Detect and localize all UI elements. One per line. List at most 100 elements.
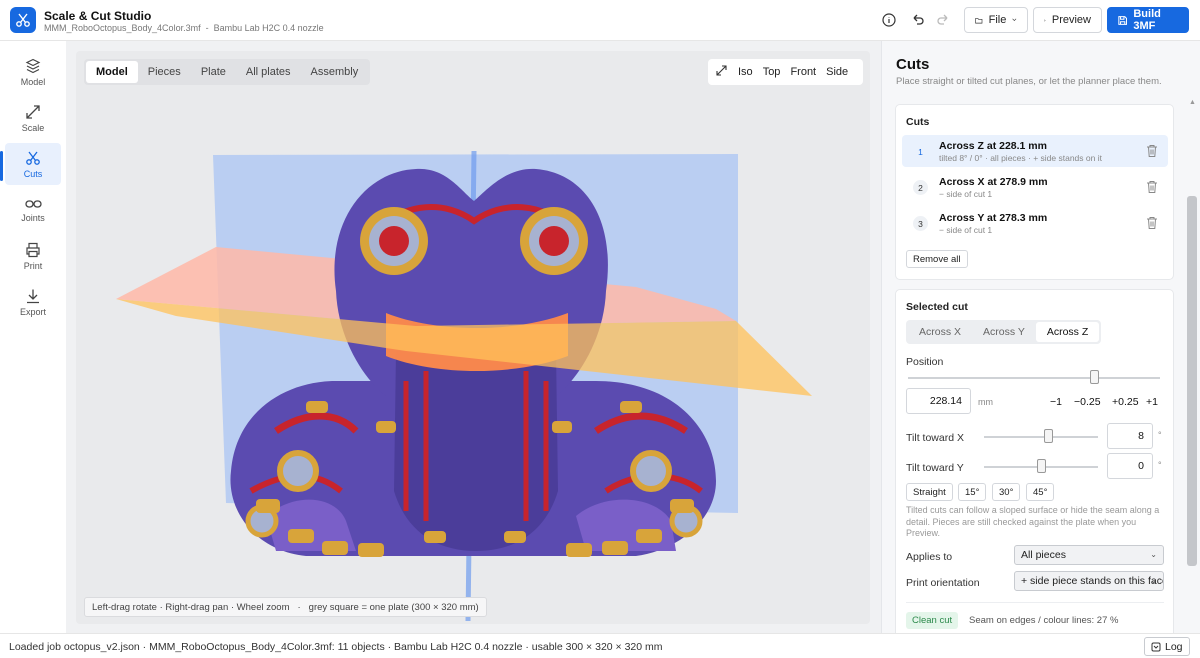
log-icon bbox=[1151, 642, 1161, 651]
view-front-button[interactable]: Front bbox=[785, 66, 821, 78]
trash-icon[interactable] bbox=[1146, 216, 1158, 230]
viewport-tabs: Model Pieces Plate All plates Assembly bbox=[84, 59, 371, 85]
nav-item-print[interactable]: Print bbox=[5, 235, 61, 277]
position-slider[interactable] bbox=[908, 377, 1160, 379]
tab-plate[interactable]: Plate bbox=[191, 61, 236, 83]
selected-cut-card: Selected cut Across X Across Y Across Z … bbox=[895, 289, 1174, 633]
tilt-x-unit: ° bbox=[1158, 430, 1162, 440]
nav-item-scale[interactable]: Scale bbox=[5, 97, 61, 139]
scale-icon bbox=[26, 104, 40, 119]
trash-icon[interactable] bbox=[1146, 144, 1158, 158]
print-orientation-label: Print orientation bbox=[906, 577, 980, 589]
viewport-area: Model Pieces Plate All plates Assembly I… bbox=[66, 41, 881, 633]
scissors-icon bbox=[26, 151, 40, 165]
axis-option-z[interactable]: Across Z bbox=[1035, 322, 1100, 342]
tab-model[interactable]: Model bbox=[86, 61, 138, 83]
nav-label-joints: Joints bbox=[21, 212, 45, 223]
remove-all-button[interactable]: Remove all bbox=[906, 250, 968, 268]
step-minus-025[interactable]: −0.25 bbox=[1074, 396, 1101, 408]
axis-option-x[interactable]: Across X bbox=[908, 322, 972, 342]
panel-title: Cuts bbox=[896, 56, 930, 73]
cut-number: 3 bbox=[913, 216, 928, 231]
cut-row-2[interactable]: 2 Across X at 278.9 mm − side of cut 1 bbox=[902, 171, 1168, 203]
top-bar: Scale & Cut Studio MMM_RoboOctopus_Body_… bbox=[0, 0, 1200, 41]
hint-plate: grey square = one plate (300 × 320 mm) bbox=[308, 601, 479, 613]
scroll-up-icon[interactable]: ▲ bbox=[1189, 99, 1196, 106]
trash-icon[interactable] bbox=[1146, 180, 1158, 194]
position-label: Position bbox=[906, 356, 944, 368]
applies-to-select[interactable]: All pieces ⌄ bbox=[1014, 545, 1164, 565]
step-minus-1[interactable]: −1 bbox=[1050, 396, 1062, 408]
build-3mf-button[interactable]: Build 3MF bbox=[1107, 7, 1189, 33]
log-button[interactable]: Log bbox=[1144, 637, 1190, 656]
nav-item-joints[interactable]: Joints bbox=[5, 189, 61, 231]
preset-15-button[interactable]: 15° bbox=[958, 483, 987, 501]
cut-name: Across Y at 278.3 mm bbox=[939, 212, 1048, 224]
view-top-button[interactable]: Top bbox=[758, 66, 786, 78]
tilt-y-input[interactable]: 0 bbox=[1107, 453, 1153, 479]
selected-cut-title: Selected cut bbox=[906, 301, 968, 313]
cuts-card-title: Cuts bbox=[906, 116, 930, 128]
applies-to-value: All pieces bbox=[1021, 549, 1066, 561]
print-orientation-select[interactable]: + side piece stands on this face ⌄ bbox=[1014, 571, 1164, 591]
tilt-y-slider-thumb[interactable] bbox=[1037, 459, 1046, 473]
chevron-down-icon bbox=[1012, 18, 1017, 22]
step-plus-1[interactable]: +1 bbox=[1146, 396, 1158, 408]
folder-icon bbox=[975, 17, 983, 23]
model-scene[interactable] bbox=[76, 51, 870, 624]
print-orientation-value: + side piece stands on this face bbox=[1021, 575, 1164, 587]
preview-button[interactable]: Preview bbox=[1033, 7, 1102, 33]
log-label: Log bbox=[1165, 640, 1183, 653]
nav-item-cuts[interactable]: Cuts bbox=[5, 143, 61, 185]
preset-45-button[interactable]: 45° bbox=[1026, 483, 1055, 501]
fit-view-button[interactable] bbox=[708, 65, 733, 79]
app-logo bbox=[10, 7, 36, 33]
panel-scrollbar[interactable] bbox=[1187, 196, 1197, 566]
step-plus-025[interactable]: +0.25 bbox=[1112, 396, 1139, 408]
position-input[interactable]: 228.14 bbox=[906, 388, 971, 414]
preset-30-button[interactable]: 30° bbox=[992, 483, 1021, 501]
cut-row-3[interactable]: 3 Across Y at 278.3 mm − side of cut 1 bbox=[902, 207, 1168, 239]
play-icon bbox=[1044, 18, 1046, 22]
cut-name: Across X at 278.9 mm bbox=[939, 176, 1048, 188]
axis-selector: Across X Across Y Across Z bbox=[906, 320, 1102, 344]
active-nav-indicator bbox=[0, 151, 3, 181]
preset-straight-button[interactable]: Straight bbox=[906, 483, 953, 501]
expand-icon bbox=[716, 65, 727, 76]
nav-item-export[interactable]: Export bbox=[5, 281, 61, 323]
redo-icon[interactable] bbox=[934, 11, 952, 29]
axis-option-y[interactable]: Across Y bbox=[972, 322, 1036, 342]
subtitle-separator: - bbox=[205, 23, 209, 33]
view-iso-button[interactable]: Iso bbox=[733, 66, 758, 78]
tilt-x-input[interactable]: 8 bbox=[1107, 423, 1153, 449]
tab-pieces[interactable]: Pieces bbox=[138, 61, 191, 83]
build-label: Build 3MF bbox=[1133, 8, 1161, 32]
undo-icon[interactable] bbox=[909, 11, 927, 29]
nav-label-scale: Scale bbox=[21, 122, 45, 133]
nav-label-print: Print bbox=[23, 260, 43, 271]
cut-row-1[interactable]: 1 Across Z at 228.1 mm tilted 8° / 0° · … bbox=[902, 135, 1168, 167]
file-name: MMM_RoboOctopus_Body_4Color.3mf bbox=[44, 23, 201, 33]
file-menu-button[interactable]: File bbox=[964, 7, 1028, 33]
tilt-x-label: Tilt toward X bbox=[906, 432, 964, 444]
divider bbox=[906, 602, 1164, 603]
3d-viewport[interactable]: Model Pieces Plate All plates Assembly I… bbox=[76, 51, 870, 624]
cuts-panel: Cuts Place straight or tilted cut planes… bbox=[881, 41, 1200, 633]
tab-all-plates[interactable]: All plates bbox=[236, 61, 301, 83]
link-icon bbox=[24, 199, 42, 208]
tab-assembly[interactable]: Assembly bbox=[301, 61, 369, 83]
hint-controls: Left-drag rotate · Right-drag pan · Whee… bbox=[92, 601, 290, 613]
tilt-x-slider-thumb[interactable] bbox=[1043, 429, 1053, 443]
tilt-y-label: Tilt toward Y bbox=[906, 462, 964, 474]
cuts-list-card: Cuts 1 Across Z at 228.1 mm tilted 8° / … bbox=[895, 104, 1174, 280]
tilt-x-slider[interactable] bbox=[984, 436, 1098, 438]
seam-text: Seam on edges / colour lines: 27 % bbox=[969, 615, 1119, 626]
app-subtitle: MMM_RoboOctopus_Body_4Color.3mf - Bambu La… bbox=[44, 23, 324, 33]
view-side-button[interactable]: Side bbox=[821, 66, 853, 78]
file-menu-label: File bbox=[988, 14, 1007, 26]
position-unit: mm bbox=[978, 397, 993, 407]
position-slider-thumb[interactable] bbox=[1090, 370, 1100, 384]
info-icon[interactable] bbox=[880, 11, 898, 29]
nav-item-model[interactable]: Model bbox=[5, 51, 61, 93]
tilt-y-unit: ° bbox=[1158, 460, 1162, 470]
